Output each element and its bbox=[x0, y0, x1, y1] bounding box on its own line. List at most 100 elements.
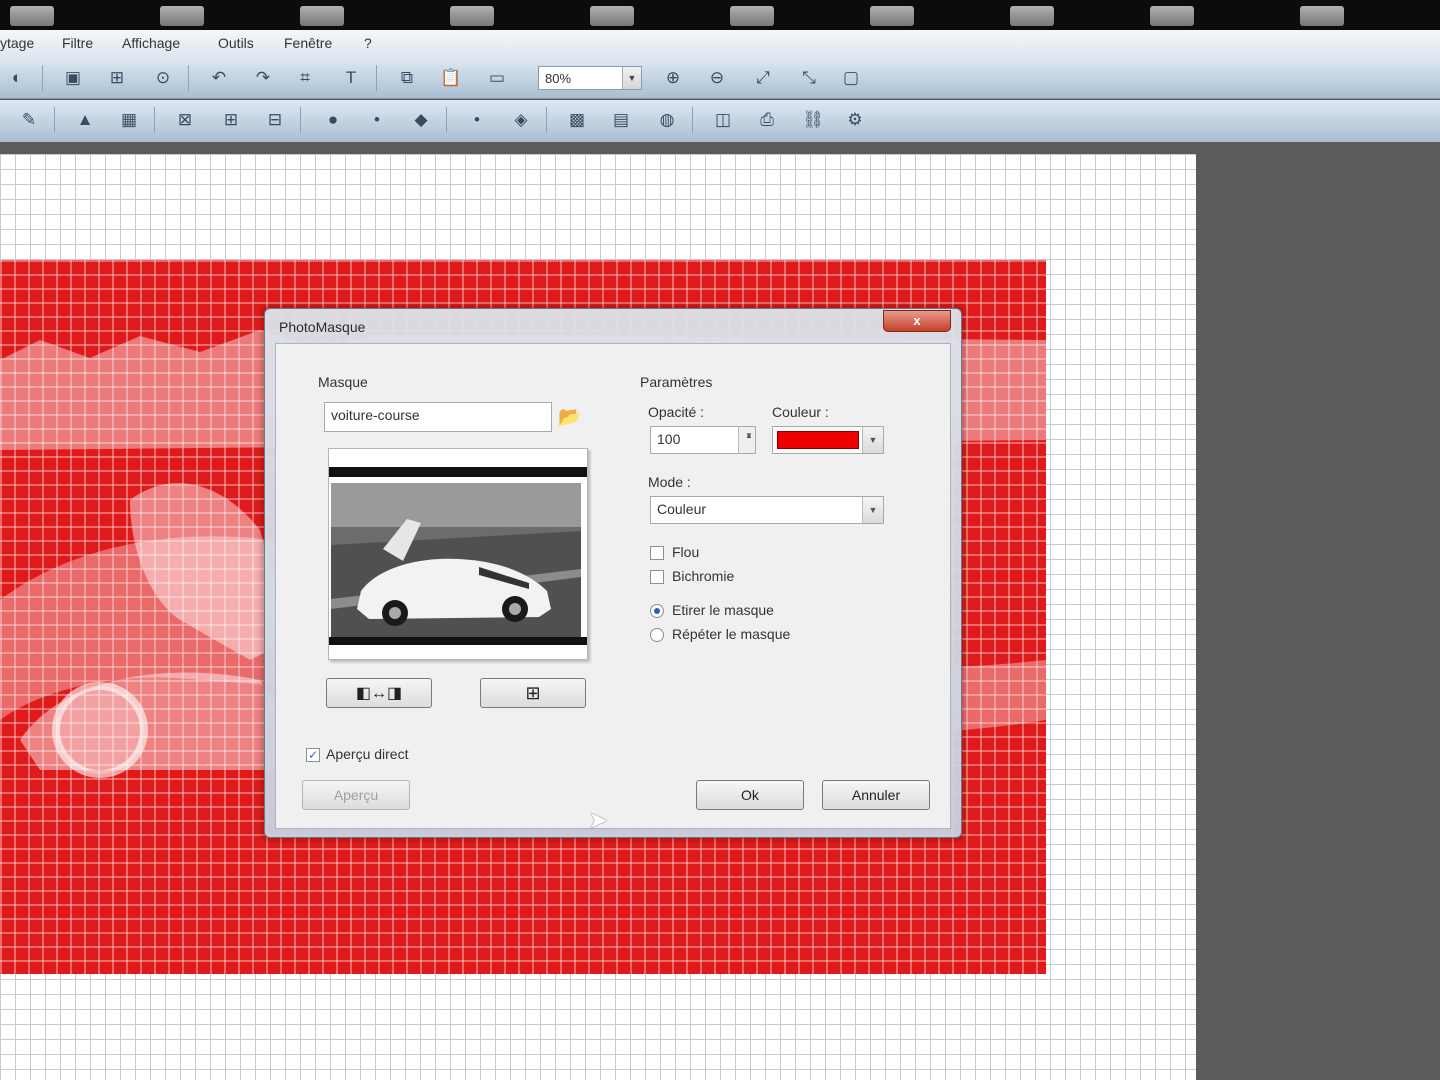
split-icon[interactable]: ◫ bbox=[710, 107, 736, 133]
mask-grid-icon: ⊞ bbox=[525, 682, 541, 703]
bichromy-checkbox[interactable] bbox=[650, 570, 664, 584]
undo-icon[interactable]: ↶ bbox=[206, 65, 232, 91]
settings-icon[interactable]: ⚙ bbox=[842, 107, 868, 133]
desktop-thumbnail[interactable] bbox=[730, 6, 774, 26]
mask-file-value: voiture-course bbox=[331, 407, 420, 423]
bichromy-label: Bichromie bbox=[672, 568, 735, 584]
mask-preview-image bbox=[329, 449, 587, 659]
fill-icon[interactable]: ◈ bbox=[508, 107, 534, 133]
toolbar-separator bbox=[154, 107, 155, 133]
mode-select[interactable]: Couleur ▼ bbox=[650, 496, 884, 524]
mask-file-input[interactable]: voiture-course bbox=[324, 402, 552, 432]
grid-icon[interactable]: ⊠ bbox=[172, 107, 198, 133]
mouse-cursor-icon: ➤ bbox=[588, 807, 609, 834]
open-icon[interactable]: ◐ bbox=[4, 65, 30, 91]
close-button[interactable]: x bbox=[883, 310, 951, 332]
select-icon[interactable]: ⊞ bbox=[104, 65, 130, 91]
desktop-thumbnail[interactable] bbox=[1150, 6, 1194, 26]
desktop-thumbnail[interactable] bbox=[1300, 6, 1344, 26]
opacity-value: 100 bbox=[657, 431, 681, 447]
stretch-mask-radio[interactable] bbox=[650, 604, 664, 618]
live-preview-label: Aperçu direct bbox=[326, 746, 409, 762]
cancel-button[interactable]: Annuler bbox=[822, 780, 930, 810]
preview-button[interactable]: Aperçu bbox=[302, 780, 410, 810]
opacity-label: Opacité : bbox=[648, 404, 705, 420]
palette-icon[interactable]: ▩ bbox=[564, 107, 590, 133]
opacity-spinner[interactable]: ▲ ▼ bbox=[738, 427, 755, 453]
desktop-thumbnail-strip bbox=[0, 0, 1440, 30]
menu-bar: ytage Filtre Affichage Outils Fenêtre ? bbox=[0, 30, 1440, 59]
crop-icon[interactable]: ⌗ bbox=[292, 65, 318, 91]
mask-settings-button[interactable]: ⊞ bbox=[480, 678, 586, 708]
ok-button[interactable]: Ok bbox=[696, 780, 804, 810]
toolbar-separator bbox=[546, 107, 547, 133]
desktop-thumbnail[interactable] bbox=[300, 6, 344, 26]
info-icon[interactable]: ⊙ bbox=[150, 65, 176, 91]
menu-item-help[interactable]: ? bbox=[364, 35, 372, 51]
desktop-thumbnail[interactable] bbox=[1010, 6, 1054, 26]
wand-icon[interactable]: ✎ bbox=[16, 107, 42, 133]
color-balance-icon[interactable]: ▦ bbox=[116, 107, 142, 133]
desktop-thumbnail[interactable] bbox=[590, 6, 634, 26]
menu-item-fenetre[interactable]: Fenêtre bbox=[284, 35, 332, 51]
texture-icon[interactable]: ⊟ bbox=[262, 107, 288, 133]
toolbar-separator bbox=[300, 107, 301, 133]
toolbar-separator bbox=[188, 65, 189, 91]
desktop-thumbnail[interactable] bbox=[870, 6, 914, 26]
live-preview-checkbox[interactable]: ✓ bbox=[306, 748, 320, 762]
toolbar-separator bbox=[54, 107, 55, 133]
menu-item-reglage[interactable]: ytage bbox=[0, 35, 34, 51]
print-icon[interactable]: ⎙ bbox=[754, 107, 780, 133]
spinner-down-icon[interactable]: ▼ bbox=[745, 431, 753, 440]
chevron-down-icon[interactable]: ▼ bbox=[862, 427, 883, 453]
repeat-mask-label: Répéter le masque bbox=[672, 626, 791, 642]
fit-window-icon[interactable]: ⤢ bbox=[750, 65, 776, 91]
color-label: Couleur : bbox=[772, 404, 829, 420]
swap-mask-button[interactable]: ◧↔◨ bbox=[326, 678, 432, 708]
image-icon[interactable]: ▭ bbox=[484, 65, 510, 91]
save-icon[interactable]: ▣ bbox=[60, 65, 86, 91]
mask-preview bbox=[328, 448, 588, 660]
tools-toolbar: ✎ ▲ ▦ ⊠ ⊞ ⊟ ● • ◆ • ◈ ▩ ▤ ◍ ◫ ⎙ ⛓ ⚙ bbox=[0, 100, 1440, 143]
dialog-body: Masque voiture-course 📂 ◧↔◨ ⊞ ✓ Aperçu d… bbox=[275, 343, 951, 829]
stretch-mask-label: Etirer le masque bbox=[672, 602, 774, 618]
toolbar-separator bbox=[692, 107, 693, 133]
color-picker[interactable]: ▼ bbox=[772, 426, 884, 454]
chevron-down-icon[interactable]: ▼ bbox=[862, 497, 883, 523]
redo-icon[interactable]: ↷ bbox=[250, 65, 276, 91]
repeat-mask-radio[interactable] bbox=[650, 628, 664, 642]
eraser-icon[interactable]: ◆ bbox=[408, 107, 434, 133]
fullscreen-icon[interactable]: ▢ bbox=[838, 65, 864, 91]
swap-mask-icon: ◧↔◨ bbox=[355, 685, 403, 702]
menu-item-outils[interactable]: Outils bbox=[218, 35, 254, 51]
desktop-thumbnail[interactable] bbox=[160, 6, 204, 26]
gradient-icon[interactable]: ▤ bbox=[608, 107, 634, 133]
paste-icon[interactable]: 📋 bbox=[438, 65, 464, 91]
zoom-select[interactable]: 80% ▼ bbox=[538, 66, 642, 90]
link-icon[interactable]: ⛓ bbox=[800, 107, 826, 133]
pattern-icon[interactable]: ⊞ bbox=[218, 107, 244, 133]
text-icon[interactable]: T bbox=[338, 65, 364, 91]
menu-item-filtre[interactable]: Filtre bbox=[62, 35, 93, 51]
menu-item-affichage[interactable]: Affichage bbox=[122, 35, 180, 51]
effects-icon[interactable]: ◍ bbox=[654, 107, 680, 133]
desktop-thumbnail[interactable] bbox=[10, 6, 54, 26]
mode-value: Couleur bbox=[657, 501, 707, 517]
brush-icon[interactable]: ● bbox=[320, 107, 346, 133]
color-swatch bbox=[777, 431, 859, 449]
opacity-input[interactable]: 100 ▲ ▼ bbox=[650, 426, 756, 454]
folder-open-icon[interactable]: 📂 bbox=[556, 404, 584, 430]
levels-icon[interactable]: ▲ bbox=[72, 107, 98, 133]
zoom-value: 80% bbox=[545, 71, 572, 86]
zoom-in-icon[interactable]: ⊕ bbox=[660, 65, 686, 91]
smudge-icon[interactable]: • bbox=[464, 107, 490, 133]
zoom-out-icon[interactable]: ⊖ bbox=[704, 65, 730, 91]
blur-checkbox[interactable] bbox=[650, 546, 664, 560]
main-toolbar: ◐ ▣ ⊞ ⊙ ↶ ↷ ⌗ T ⧉ 📋 ▭ 80% ▼ ⊕ ⊖ ⤢ ⤡ ▢ bbox=[0, 58, 1440, 99]
chevron-down-icon[interactable]: ▼ bbox=[622, 67, 641, 89]
copy-icon[interactable]: ⧉ bbox=[394, 65, 420, 91]
desktop-thumbnail[interactable] bbox=[450, 6, 494, 26]
params-section-label: Paramètres bbox=[640, 374, 713, 390]
actual-size-icon[interactable]: ⤡ bbox=[796, 65, 822, 91]
dot-icon[interactable]: • bbox=[364, 107, 390, 133]
